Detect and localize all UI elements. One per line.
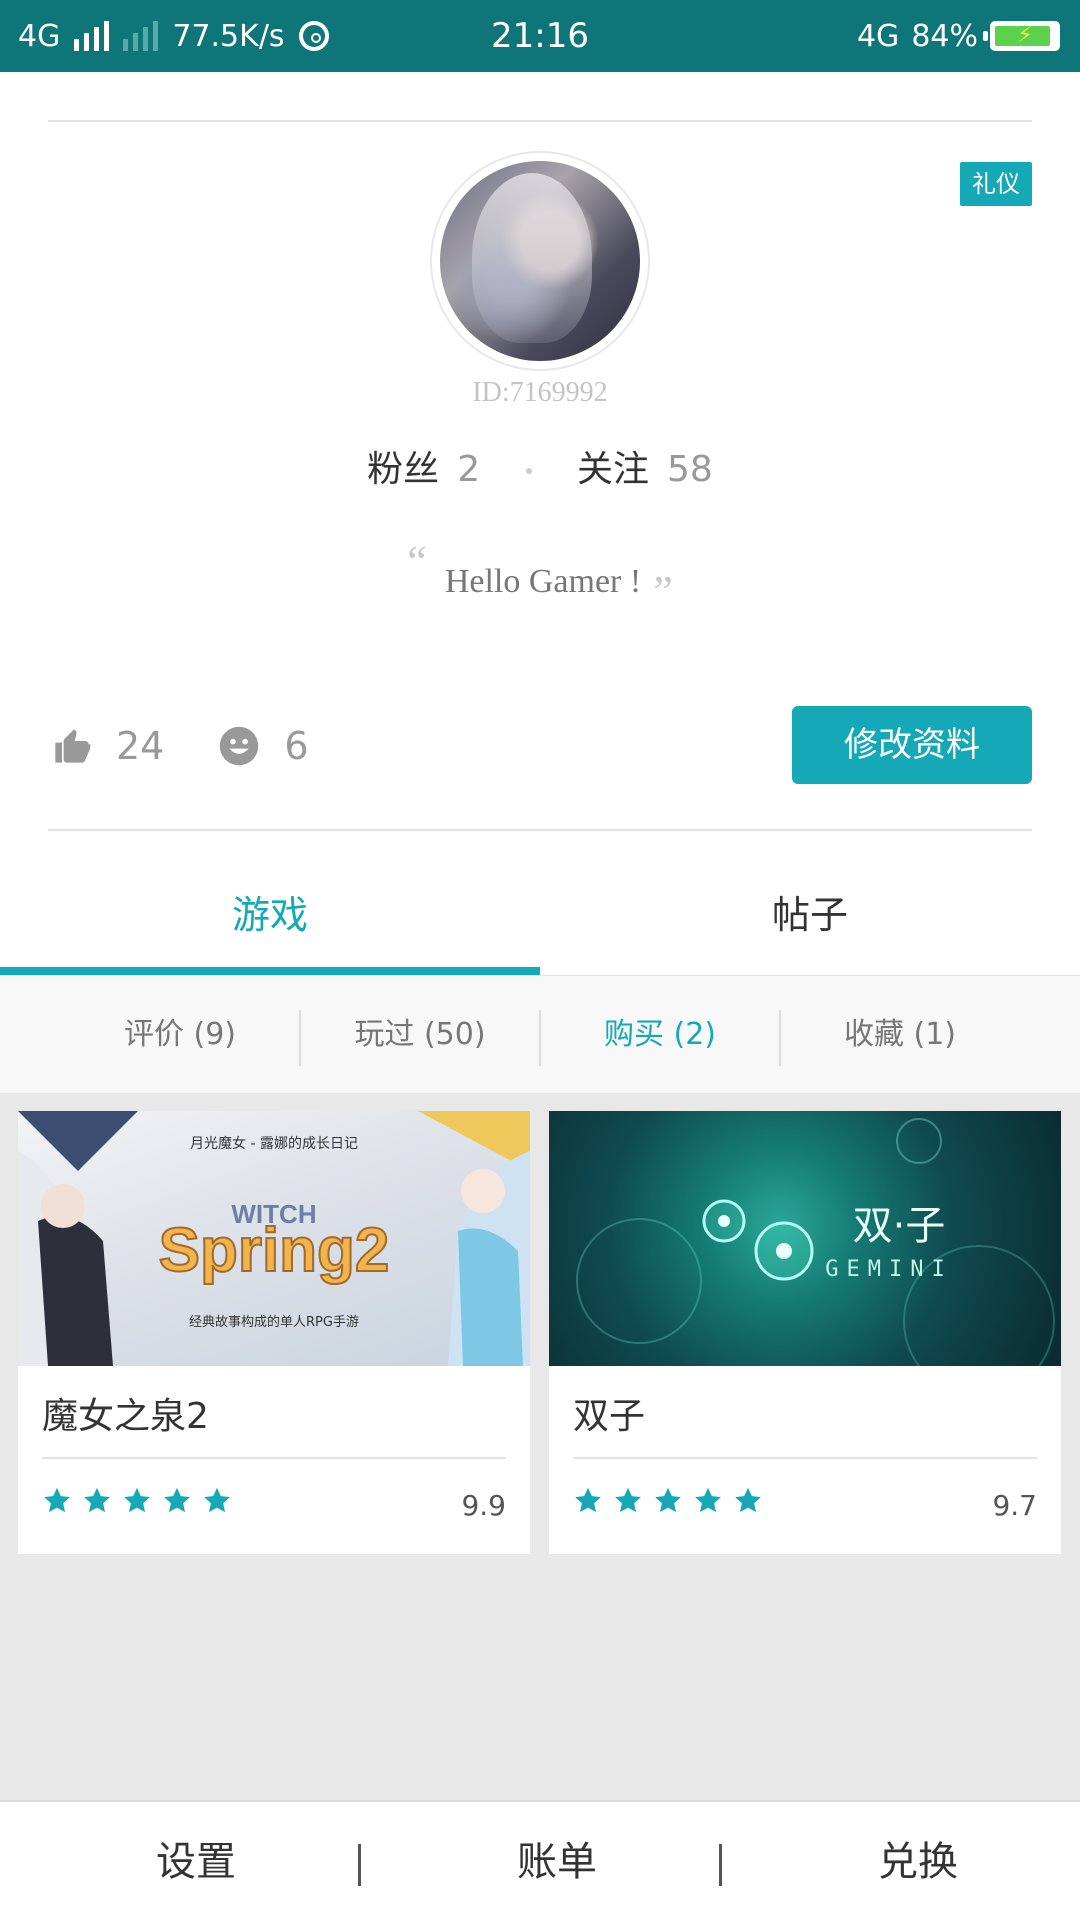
star-icon xyxy=(615,1487,641,1513)
game-card[interactable]: WITCH Spring2 月光魔女 - 露娜的成长日记 经典故事构成的单人RP… xyxy=(18,1111,530,1554)
star-icon xyxy=(84,1487,110,1513)
star-icon xyxy=(124,1487,150,1513)
bio-quote: “ Hello Gamer ! ” xyxy=(0,537,1080,616)
separator-dot xyxy=(525,468,532,474)
bio-text: Hello Gamer ! xyxy=(444,563,642,600)
following-label: 关注 xyxy=(577,449,650,490)
subtab-purchased[interactable]: 购买 (2) xyxy=(540,976,780,1094)
subtab-reviews[interactable]: 评价 (9) xyxy=(60,976,300,1094)
star-icon xyxy=(655,1487,681,1513)
svg-text:Spring2: Spring2 xyxy=(159,1216,390,1285)
star-icon xyxy=(695,1487,721,1513)
battery-charging-icon: ⚡ xyxy=(983,21,1060,51)
bottom-bar-separator xyxy=(719,1844,722,1886)
profile-stats: 24 6 xyxy=(52,716,333,776)
avatar[interactable] xyxy=(432,153,648,369)
status-bar-right: 4G 84% ⚡ xyxy=(857,0,1060,72)
followers-count: 2 xyxy=(457,449,481,490)
star-icon xyxy=(735,1487,761,1513)
subtab-played[interactable]: 玩过 (50) xyxy=(300,976,540,1094)
game-cover-image: WITCH Spring2 月光魔女 - 露娜的成长日记 经典故事构成的单人RP… xyxy=(18,1111,530,1366)
star-rating xyxy=(573,1486,763,1516)
following-count: 58 xyxy=(667,449,713,490)
smiley-face-icon xyxy=(220,726,259,766)
thumbs-up-icon xyxy=(55,729,91,763)
star-icon xyxy=(164,1487,190,1513)
close-quote-icon: ” xyxy=(653,567,673,616)
battery-percent: 84% xyxy=(911,18,978,54)
game-subtabs: 评价 (9) 玩过 (50) 购买 (2) 收藏 (1) xyxy=(0,975,1080,1093)
game-title: 魔女之泉2 xyxy=(42,1396,209,1437)
bill-button[interactable]: 账单 xyxy=(377,1802,737,1920)
smiles-stat[interactable]: 6 xyxy=(218,724,309,768)
top-divider xyxy=(48,120,1032,122)
followers-link[interactable]: 粉丝 2 xyxy=(367,449,480,490)
subtab-favorites[interactable]: 收藏 (1) xyxy=(780,976,1020,1094)
game-card[interactable]: 双·子 GEMINI 双子 9.7 xyxy=(549,1111,1061,1554)
game-score: 9.9 xyxy=(461,1489,506,1522)
card-divider xyxy=(573,1457,1037,1459)
game-title: 双子 xyxy=(573,1396,646,1437)
star-icon xyxy=(575,1487,601,1513)
profile-section: 礼仪 ID:7169992 粉丝 2 关注 58 “ Hello Gamer ! ” 2… xyxy=(0,72,1080,975)
star-rating xyxy=(42,1486,232,1516)
settings-button[interactable]: 设置 xyxy=(16,1802,376,1920)
tab-games[interactable]: 游戏 xyxy=(0,860,540,975)
star-icon xyxy=(44,1487,70,1513)
game-score: 9.7 xyxy=(992,1489,1037,1522)
card-divider xyxy=(42,1457,506,1459)
likes-stat[interactable]: 24 xyxy=(52,724,164,768)
status-bar: 4G 77.5K/s 21:16 4G 84% ⚡ xyxy=(0,0,1080,72)
svg-text:双·子: 双·子 xyxy=(853,1203,946,1249)
redeem-button[interactable]: 兑换 xyxy=(738,1802,1080,1920)
svg-text:GEMINI: GEMINI xyxy=(825,1257,952,1282)
active-tab-indicator xyxy=(0,967,540,975)
following-link[interactable]: 关注 58 xyxy=(577,449,713,490)
open-quote-icon: “ xyxy=(407,537,427,586)
gemini-cover-art: 双·子 GEMINI xyxy=(576,1118,1055,1366)
avatar-hair-highlight xyxy=(472,173,592,343)
followers-label: 粉丝 xyxy=(367,449,440,490)
follow-counts: 粉丝 2 关注 58 xyxy=(0,440,1080,492)
tab-posts[interactable]: 帖子 xyxy=(540,860,1080,975)
main-tabs: 游戏 帖子 xyxy=(0,860,1080,975)
network-type-right: 4G xyxy=(856,18,900,54)
bottom-bar-separator xyxy=(358,1844,361,1886)
edit-profile-button[interactable]: 修改资料 xyxy=(792,706,1032,784)
user-id: ID:7169992 xyxy=(472,377,608,408)
cover-caption-top: 月光魔女 - 露娜的成长日记 xyxy=(190,1136,358,1152)
star-icon xyxy=(204,1487,230,1513)
game-cover-image: 双·子 GEMINI xyxy=(549,1111,1061,1366)
smiles-count: 6 xyxy=(284,724,309,768)
bottom-bar: 设置 账单 兑换 xyxy=(0,1800,1080,1920)
stats-divider xyxy=(48,829,1032,831)
cover-caption-bottom: 经典故事构成的单人RPG手游 xyxy=(189,1315,359,1330)
likes-count: 24 xyxy=(116,724,165,768)
etiquette-badge[interactable]: 礼仪 xyxy=(960,162,1032,206)
